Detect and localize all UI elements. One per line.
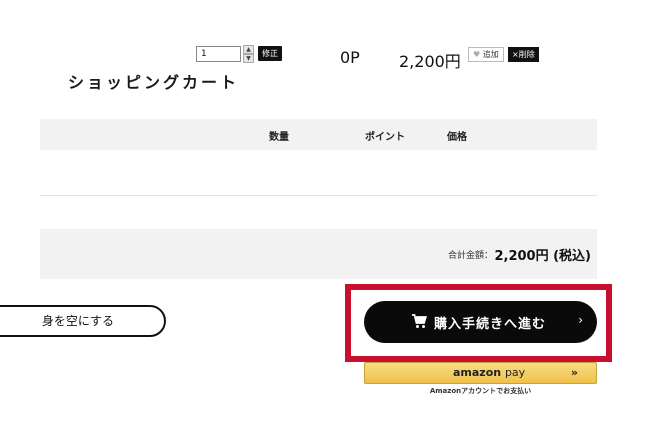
- cart-icon: [412, 314, 427, 328]
- cart-table: 数量 ポイント 価格: [40, 119, 597, 196]
- amazon-pay-caption: Amazonアカウントでお支払い: [429, 387, 532, 395]
- points-value: 0P: [340, 48, 360, 67]
- page-title: ショッピングカート: [68, 73, 240, 92]
- heart-icon: ♥: [473, 50, 481, 59]
- header-points: ポイント: [365, 132, 405, 143]
- total-label: 合計金額：: [447, 251, 493, 261]
- stepper-up-icon[interactable]: ▲: [243, 45, 254, 54]
- clear-cart-button[interactable]: 身を空にする: [0, 305, 166, 337]
- table-row: [40, 150, 597, 196]
- double-chevron-icon: »: [570, 366, 578, 379]
- total-value: 2,200円 (税込): [494, 249, 591, 264]
- add-favorite-button[interactable]: ♥ 追加: [468, 47, 504, 62]
- header-price: 価格: [447, 132, 467, 143]
- quantity-input[interactable]: 1: [196, 46, 241, 62]
- total-bar: 合計金額： 2,200円 (税込): [40, 229, 597, 279]
- amazon-pay-button[interactable]: amazon pay »: [364, 362, 597, 384]
- price-value: 2,200円: [399, 52, 461, 71]
- delete-button[interactable]: ×削除: [508, 47, 539, 62]
- add-favorite-label: 追加: [482, 50, 499, 59]
- table-header: 数量 ポイント 価格: [40, 119, 597, 150]
- chevron-right-icon: ›: [578, 313, 583, 327]
- stepper-down-icon[interactable]: ▼: [243, 54, 254, 63]
- checkout-label: 購入手続きへ進む: [434, 317, 547, 332]
- quantity-stepper[interactable]: ▲ ▼: [243, 45, 254, 63]
- update-button[interactable]: 修正: [258, 46, 282, 61]
- header-quantity: 数量: [269, 132, 289, 143]
- amazon-pay-logo: amazon pay: [453, 366, 526, 379]
- checkout-button[interactable]: 購入手続きへ進む ›: [364, 301, 597, 343]
